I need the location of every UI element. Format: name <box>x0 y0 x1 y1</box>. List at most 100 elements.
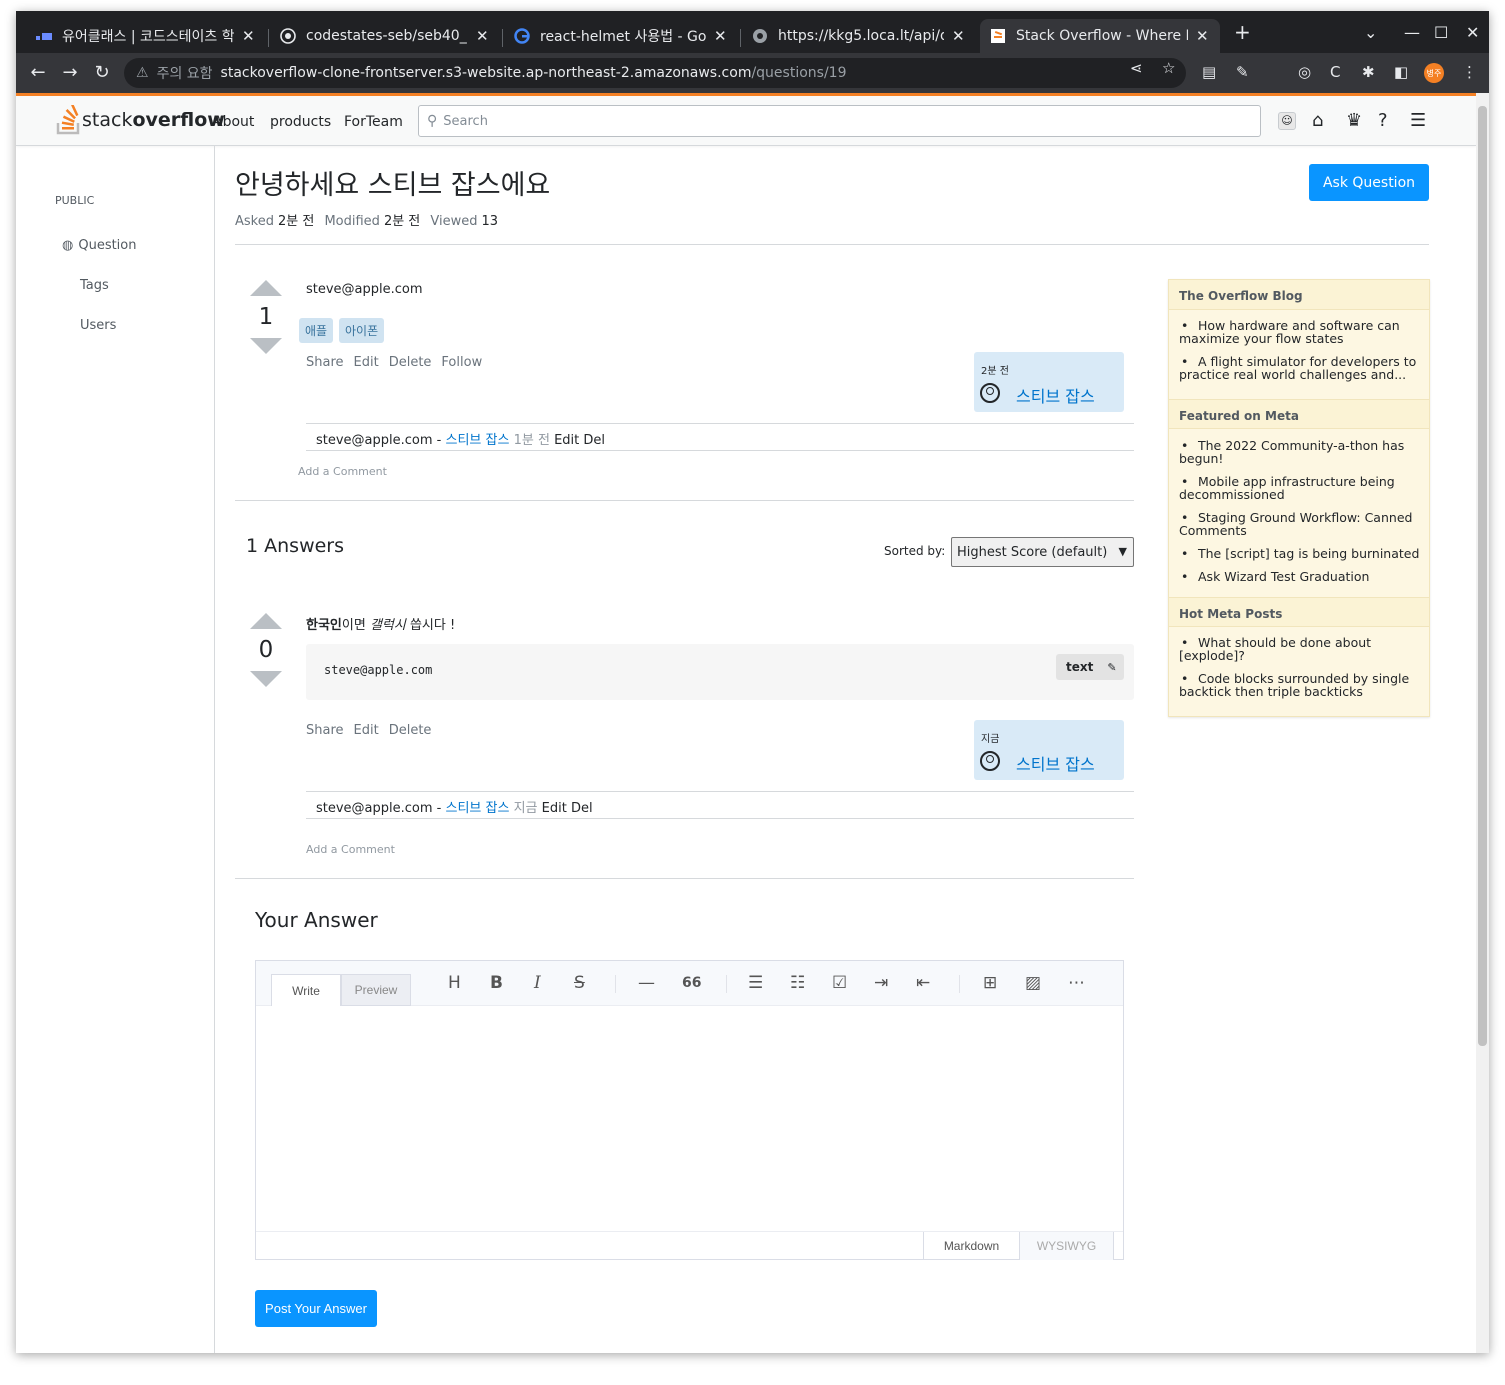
heading-icon[interactable]: H <box>448 973 461 993</box>
delete-link[interactable]: Delete <box>389 355 432 370</box>
edit-link[interactable]: Edit <box>354 355 379 370</box>
code-language-button[interactable]: text ✎ <box>1056 654 1124 680</box>
close-icon[interactable]: ✕ <box>242 27 256 45</box>
indent-icon[interactable]: ⇥ <box>874 973 888 993</box>
widget-item[interactable]: Staging Ground Workflow: Canned Comments <box>1179 511 1424 537</box>
follow-link[interactable]: Follow <box>441 355 482 370</box>
forward-icon[interactable]: → <box>59 62 81 83</box>
downvote-icon[interactable] <box>250 671 282 687</box>
user-avatar-icon[interactable]: ☺ <box>1278 112 1296 130</box>
nav-about[interactable]: About <box>213 114 254 130</box>
profile-avatar[interactable]: 병주 <box>1424 63 1444 83</box>
comment-edit-link[interactable]: Edit <box>554 433 579 448</box>
sidebar-item-question[interactable]: ◍ Question <box>62 238 137 253</box>
minimize-icon[interactable]: — <box>1404 23 1420 42</box>
add-comment-link[interactable]: Add a Comment <box>298 465 387 478</box>
sort-select[interactable]: Highest Score (default) ▼ <box>951 537 1134 567</box>
maximize-icon[interactable]: ☐ <box>1434 23 1448 42</box>
help-icon[interactable]: ? <box>1378 110 1388 131</box>
comment-delete-link[interactable]: Del <box>583 433 605 448</box>
mode-markdown[interactable]: Markdown <box>923 1232 1019 1260</box>
italic-icon[interactable]: I <box>534 973 541 993</box>
upvote-icon[interactable] <box>250 613 282 629</box>
widget-item[interactable]: The 2022 Community-a-thon has begun! <box>1179 439 1424 465</box>
extension-icon[interactable]: ▤ <box>1202 63 1216 81</box>
new-tab-icon[interactable]: + <box>1234 20 1251 44</box>
pen-extension-icon[interactable]: ✎ <box>1236 63 1249 81</box>
tab-strip: 유어클래스 | 코드스테이츠 학 ✕ codestates-seb/seb40_… <box>16 11 1489 53</box>
user-name-link[interactable]: 스티브 잡스 <box>1016 751 1095 775</box>
post-answer-button[interactable]: Post Your Answer <box>255 1290 377 1327</box>
inbox-icon[interactable]: ⌂ <box>1312 110 1323 131</box>
back-icon[interactable]: ← <box>27 62 49 83</box>
bookmark-star-icon[interactable]: ☆ <box>1162 59 1175 77</box>
comment-user-link[interactable]: 스티브 잡스 <box>446 801 510 816</box>
nav-forteam[interactable]: ForTeam <box>344 114 403 130</box>
tab-search-icon[interactable]: ⌄ <box>1364 23 1377 42</box>
browser-tab-3[interactable]: react-helmet 사용법 - Goog ✕ <box>504 19 738 53</box>
sidebar-item-users[interactable]: Users <box>80 318 116 333</box>
css-extension-icon[interactable]: C <box>1330 63 1340 81</box>
tab-preview[interactable]: Preview <box>341 974 411 1006</box>
widget-item[interactable]: Ask Wizard Test Graduation <box>1179 570 1424 583</box>
tag-apple[interactable]: 애플 <box>299 318 334 343</box>
outdent-icon[interactable]: ⇤ <box>916 973 930 993</box>
comment-user-link[interactable]: 스티브 잡스 <box>446 433 510 448</box>
trophy-icon[interactable]: ♛ <box>1346 110 1362 131</box>
menu-kebab-icon[interactable]: ⋮ <box>1462 63 1477 81</box>
table-icon[interactable]: ⊞ <box>983 973 997 993</box>
user-name-link[interactable]: 스티브 잡스 <box>1016 383 1095 407</box>
tag-iphone[interactable]: 아이폰 <box>339 318 385 343</box>
edit-link[interactable]: Edit <box>354 723 379 738</box>
strikethrough-icon[interactable]: S <box>574 973 585 993</box>
ask-question-button[interactable]: Ask Question <box>1309 164 1429 201</box>
search-input[interactable]: ⚲ Search <box>418 105 1261 137</box>
widget-item[interactable]: The [script] tag is being burninated <box>1179 547 1424 560</box>
browser-tab-4[interactable]: https://kkg5.loca.lt/api/q ✕ <box>742 19 976 53</box>
target-extension-icon[interactable]: ◎ <box>1298 63 1311 81</box>
ordered-list-icon[interactable]: ☷ <box>790 973 805 993</box>
site-logo[interactable]: stack overflow <box>56 105 225 135</box>
widget-item[interactable]: How hardware and software can maximize y… <box>1179 319 1424 345</box>
share-icon[interactable]: ⋖ <box>1130 59 1143 77</box>
browser-tab-5-active[interactable]: Stack Overflow - Where De ✕ <box>980 19 1220 53</box>
scrollbar-thumb[interactable] <box>1478 106 1487 1046</box>
delete-link[interactable]: Delete <box>389 723 432 738</box>
sidebar-item-tags[interactable]: Tags <box>80 278 109 293</box>
task-list-icon[interactable]: ☑ <box>832 973 847 993</box>
mode-wysiwyg[interactable]: WYSIWYG <box>1019 1232 1114 1260</box>
close-icon[interactable]: ✕ <box>476 27 490 45</box>
nav-products[interactable]: products <box>270 114 331 130</box>
widget-item[interactable]: Mobile app infrastructure being decommis… <box>1179 475 1424 501</box>
horizontal-rule-icon[interactable]: — <box>638 973 655 993</box>
close-icon[interactable]: ✕ <box>714 27 728 45</box>
editor-textarea[interactable] <box>256 1007 1123 1231</box>
widget-item[interactable]: A flight simulator for developers to pra… <box>1179 355 1424 381</box>
downvote-icon[interactable] <box>250 338 282 354</box>
stack-exchange-icon[interactable]: ☰ <box>1410 110 1426 131</box>
sidepanel-icon[interactable]: ◧ <box>1394 63 1408 81</box>
browser-tab-2[interactable]: codestates-seb/seb40_pre ✕ <box>270 19 500 53</box>
tab-write[interactable]: Write <box>271 974 341 1006</box>
bold-icon[interactable]: B <box>490 973 503 993</box>
puzzle-icon[interactable]: ✱ <box>1362 63 1375 81</box>
reload-icon[interactable]: ↻ <box>91 62 113 83</box>
share-link[interactable]: Share <box>306 355 344 370</box>
bullet-list-icon[interactable]: ☰ <box>748 973 763 993</box>
widget-item[interactable]: Code blocks surrounded by single backtic… <box>1179 672 1424 698</box>
comment-edit-link[interactable]: Edit <box>542 801 567 816</box>
answer-bold-text: 한국인 <box>306 618 342 633</box>
widget-item[interactable]: What should be done about [explode]? <box>1179 636 1424 662</box>
add-comment-link[interactable]: Add a Comment <box>306 843 395 856</box>
address-bar[interactable]: ⚠ 주의 요함 stackoverflow-clone-frontserver.… <box>124 58 1186 88</box>
image-icon[interactable]: ▨ <box>1025 973 1041 993</box>
close-icon[interactable]: ✕ <box>1196 27 1210 45</box>
comment-delete-link[interactable]: Del <box>571 801 593 816</box>
share-link[interactable]: Share <box>306 723 344 738</box>
close-icon[interactable]: ✕ <box>952 27 966 45</box>
more-icon[interactable]: ⋯ <box>1068 973 1085 993</box>
window-close-icon[interactable]: ✕ <box>1466 23 1479 42</box>
upvote-icon[interactable] <box>250 280 282 296</box>
quote-icon[interactable]: 66 <box>682 975 701 991</box>
browser-tab-1[interactable]: 유어클래스 | 코드스테이츠 학 ✕ <box>26 19 266 53</box>
